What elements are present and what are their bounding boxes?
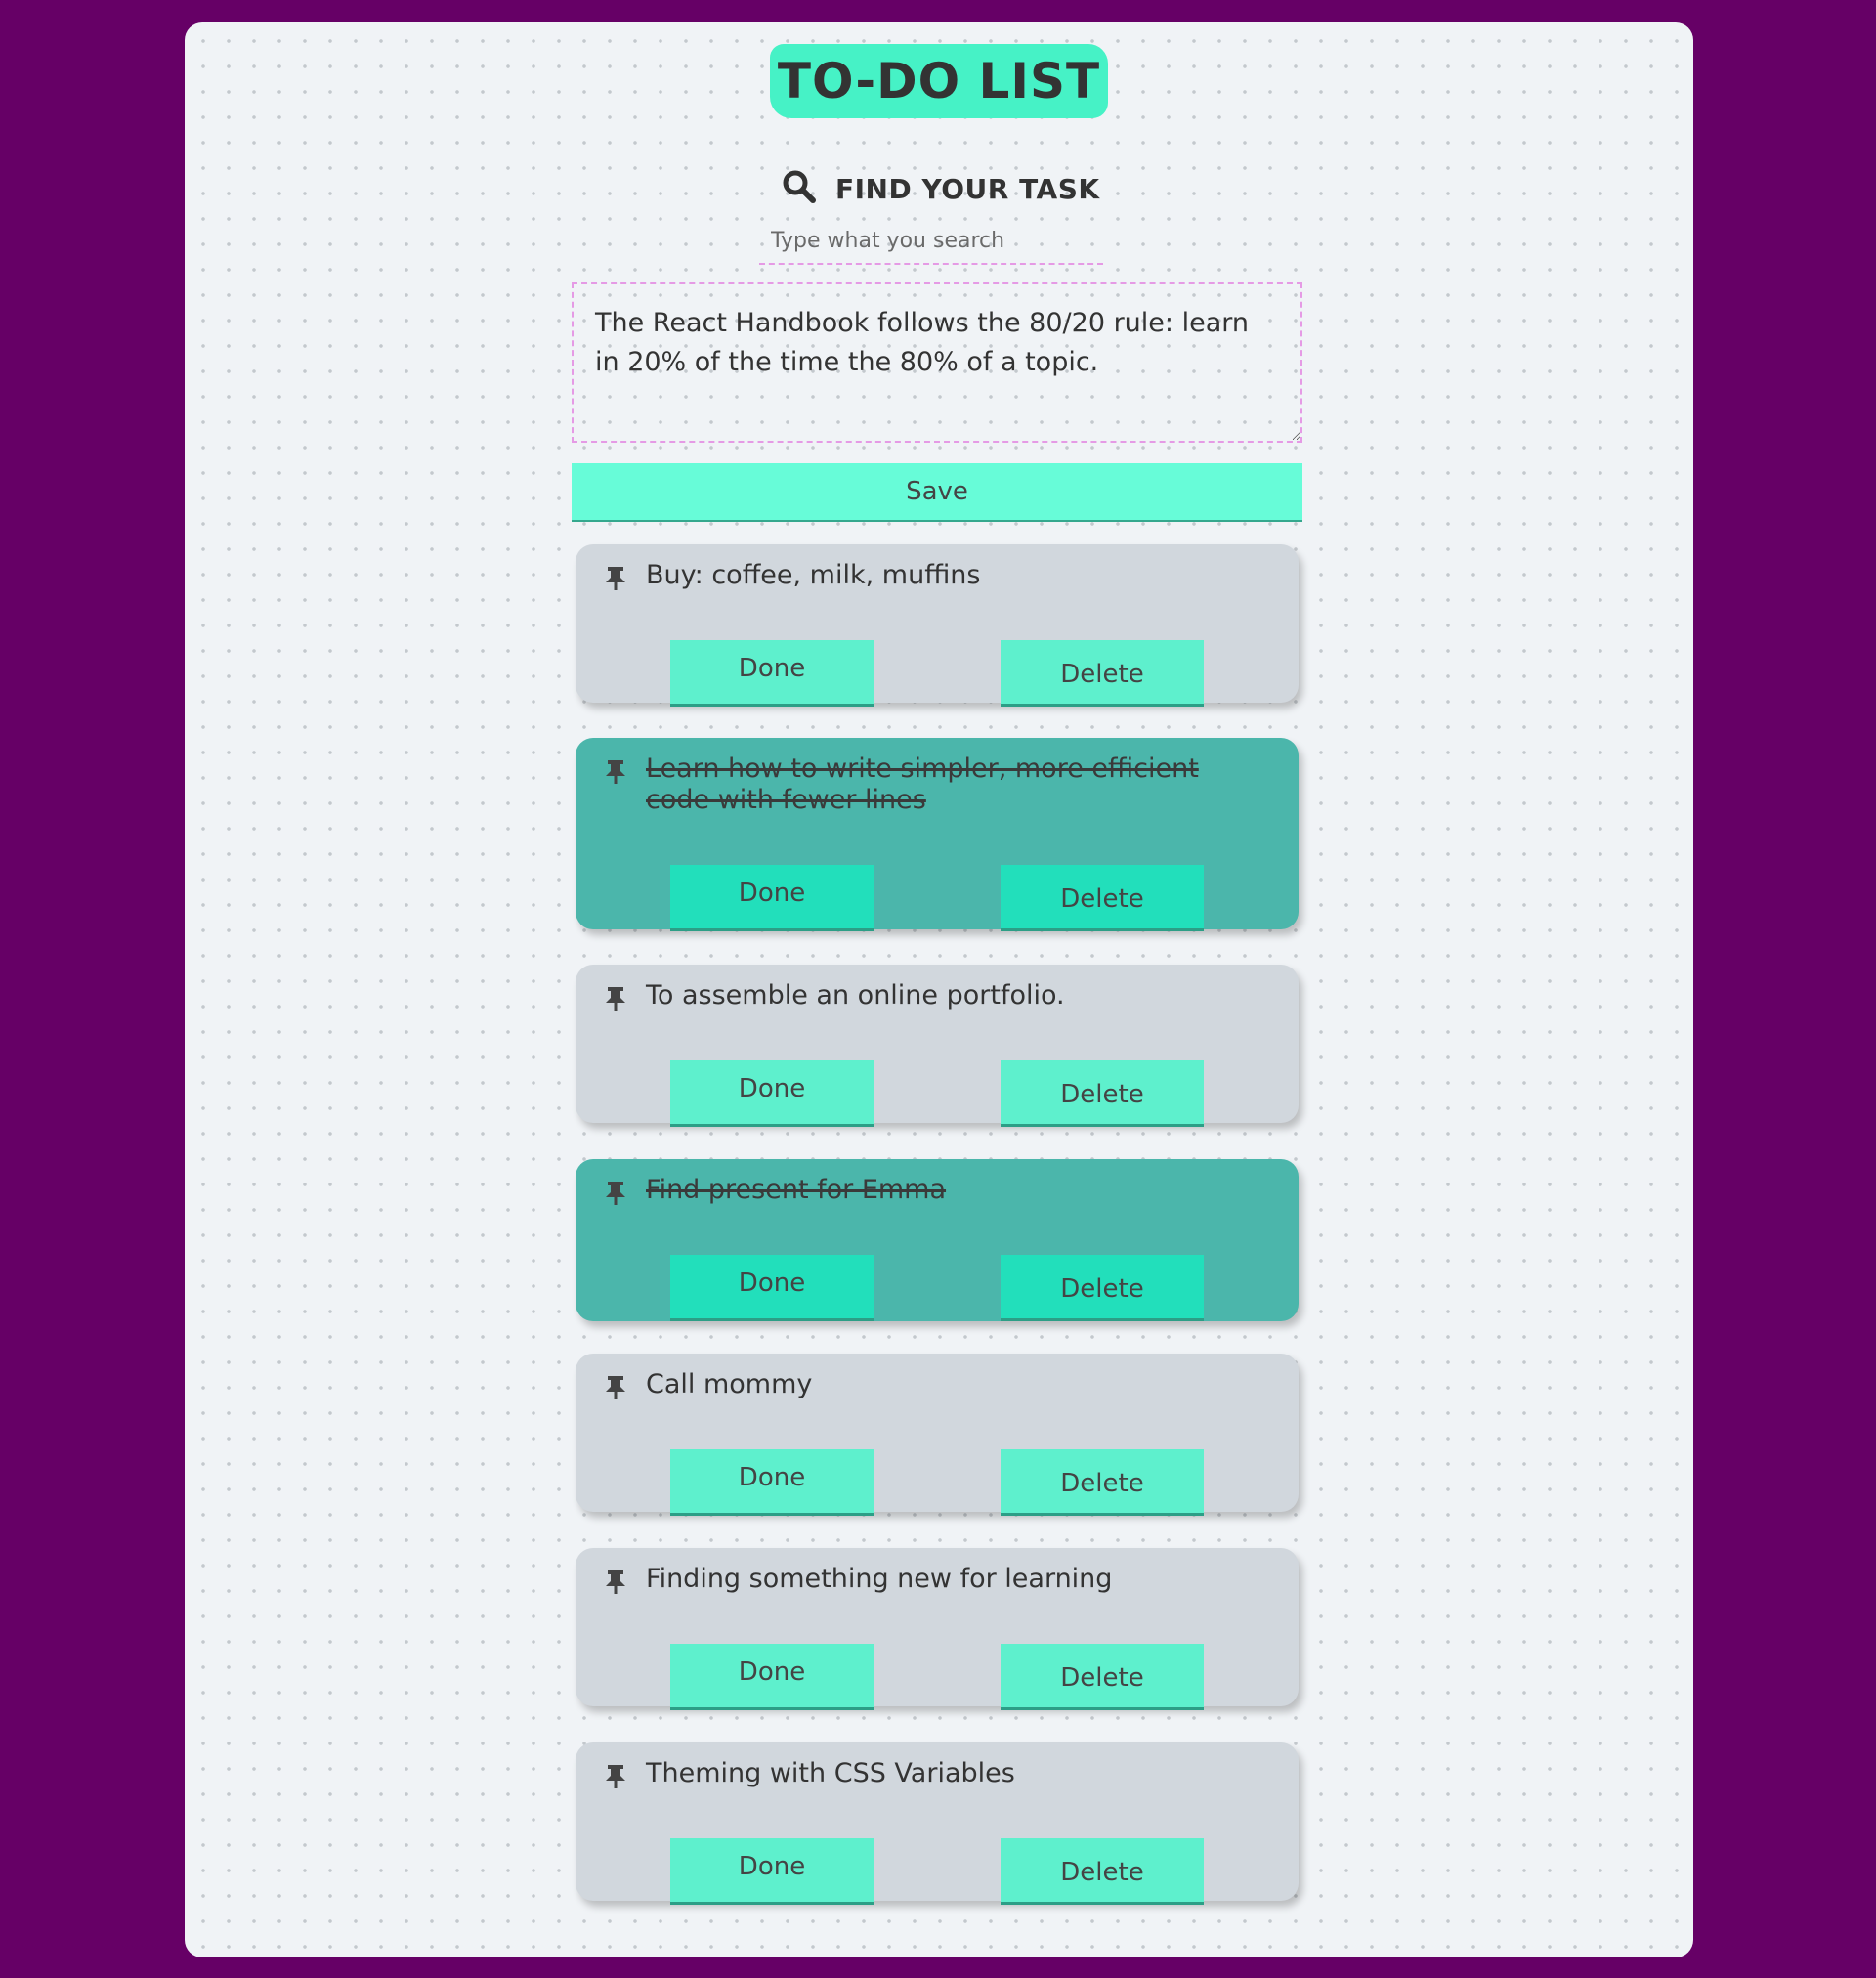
pin-icon xyxy=(605,1375,626,1400)
todo-text: Theming with CSS Variables xyxy=(646,1758,1015,1788)
search-input[interactable] xyxy=(759,218,1103,265)
todo-card: Find present for Emma Done Delete xyxy=(576,1159,1299,1321)
save-button[interactable]: Save xyxy=(572,463,1302,522)
todo-text: Buy: coffee, milk, muffins xyxy=(646,560,981,590)
page-title: TO-DO LIST xyxy=(770,44,1108,118)
app-panel: TO-DO LIST FIND YOUR TASK The React Hand… xyxy=(185,22,1693,1957)
pin-icon xyxy=(605,1181,626,1206)
done-button[interactable]: Done xyxy=(670,1060,874,1127)
done-button[interactable]: Done xyxy=(670,1838,874,1905)
done-button[interactable]: Done xyxy=(670,1644,874,1710)
todo-text: Call mommy xyxy=(646,1369,813,1399)
delete-button[interactable]: Delete xyxy=(1001,1060,1204,1127)
search-label: FIND YOUR TASK xyxy=(835,172,1100,205)
delete-button[interactable]: Delete xyxy=(1001,1838,1204,1905)
todo-card: Buy: coffee, milk, muffins Done Delete xyxy=(576,544,1299,707)
pin-icon xyxy=(605,986,626,1011)
todo-card: Learn how to write simpler, more efficie… xyxy=(576,738,1299,931)
delete-button[interactable]: Delete xyxy=(1001,640,1204,707)
done-button[interactable]: Done xyxy=(670,640,874,707)
delete-button[interactable]: Delete xyxy=(1001,865,1204,931)
todo-text: Find present for Emma xyxy=(646,1175,947,1205)
search-icon xyxy=(781,168,818,209)
todo-card: Call mommy Done Delete xyxy=(576,1354,1299,1516)
todo-card: Finding something new for learning Done … xyxy=(576,1548,1299,1710)
delete-button[interactable]: Delete xyxy=(1001,1449,1204,1516)
todo-card: To assemble an online portfolio. Done De… xyxy=(576,965,1299,1127)
todo-card: Theming with CSS Variables Done Delete xyxy=(576,1742,1299,1905)
search-header: FIND YOUR TASK xyxy=(781,164,1113,213)
pin-icon xyxy=(605,1570,626,1595)
todo-text: Learn how to write simpler, more efficie… xyxy=(646,753,1199,815)
done-button[interactable]: Done xyxy=(670,865,874,931)
pin-icon xyxy=(605,566,626,591)
delete-button[interactable]: Delete xyxy=(1001,1255,1204,1321)
done-button[interactable]: Done xyxy=(670,1255,874,1321)
delete-button[interactable]: Delete xyxy=(1001,1644,1204,1710)
done-button[interactable]: Done xyxy=(670,1449,874,1516)
todo-text: To assemble an online portfolio. xyxy=(646,980,1065,1010)
pin-icon xyxy=(605,1764,626,1789)
task-text-input[interactable]: The React Handbook follows the 80/20 rul… xyxy=(572,282,1302,443)
todo-text: Finding something new for learning xyxy=(646,1564,1113,1594)
pin-icon xyxy=(605,759,626,785)
